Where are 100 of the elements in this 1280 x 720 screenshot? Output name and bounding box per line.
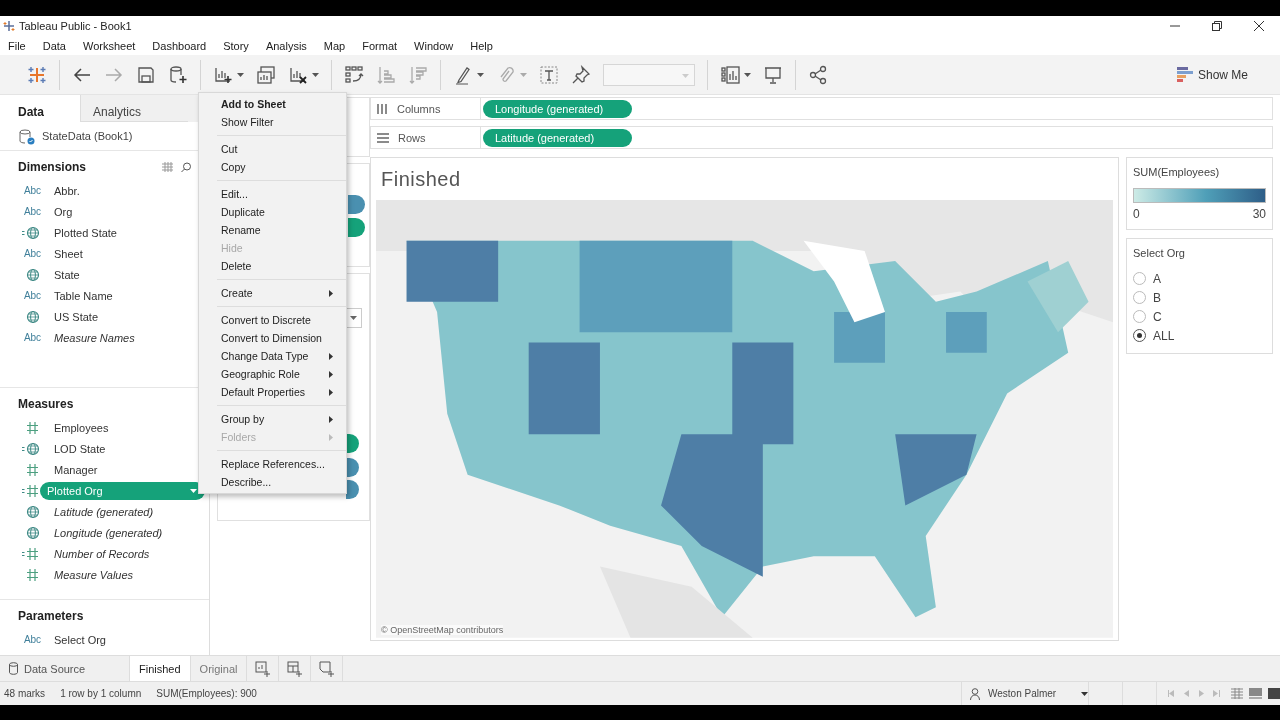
show-me-button[interactable]: Show Me <box>1172 63 1252 86</box>
menu-item[interactable]: Add to Sheet <box>199 95 346 113</box>
submenu-arrow-icon <box>329 434 333 441</box>
new-story-icon[interactable] <box>319 660 335 677</box>
menu-item[interactable]: Change Data Type <box>199 347 346 365</box>
caret-icon[interactable] <box>1081 691 1088 696</box>
new-dashboard-icon[interactable] <box>287 660 303 677</box>
text-box-icon[interactable] <box>539 64 559 85</box>
option-label[interactable]: B <box>1153 290 1161 305</box>
menu-item[interactable]: File <box>3 39 31 52</box>
caret-icon[interactable] <box>237 72 244 77</box>
menu-item[interactable]: Group by <box>199 410 346 428</box>
caret-icon[interactable] <box>744 72 751 77</box>
field-item[interactable]: Manager <box>47 460 105 479</box>
menu-item[interactable]: Create <box>199 284 346 302</box>
menu-item[interactable]: Data <box>37 39 71 52</box>
logo-icon[interactable] <box>27 64 47 85</box>
option-label[interactable]: C <box>1153 309 1162 324</box>
menu-item[interactable]: Convert to Discrete <box>199 311 346 329</box>
calculated-hash-icon <box>22 546 39 561</box>
field-item[interactable]: Longitude (generated) <box>47 523 170 542</box>
columns-icon <box>377 102 388 115</box>
globe-icon <box>25 525 40 540</box>
user-name[interactable]: Weston Palmer <box>988 688 1073 699</box>
chart-copy-icon[interactable] <box>256 64 276 85</box>
field-item[interactable]: Select Org <box>47 630 113 649</box>
window-title: Tableau Public - Book1 <box>19 20 133 32</box>
menu-item[interactable]: Dashboard <box>147 39 212 52</box>
caret-icon[interactable] <box>312 72 319 77</box>
menu-item[interactable]: Copy <box>199 158 346 176</box>
field-item[interactable]: Org <box>47 202 80 221</box>
panel-tab[interactable]: Data <box>0 95 80 122</box>
menu-item[interactable]: Delete <box>199 257 346 275</box>
caret-icon <box>682 73 689 78</box>
menu-item[interactable]: Duplicate <box>199 203 346 221</box>
caret-icon <box>350 316 357 320</box>
field-item[interactable]: State <box>47 265 87 284</box>
field-item[interactable]: Table Name <box>47 286 120 305</box>
panel-tab[interactable]: Analytics <box>80 95 188 122</box>
save-icon[interactable] <box>136 64 156 85</box>
restore-icon[interactable] <box>1212 21 1222 31</box>
menu-item[interactable]: Edit... <box>199 185 346 203</box>
chart-fit-icon[interactable] <box>720 64 740 85</box>
person-icon <box>970 687 980 700</box>
submenu-arrow-icon <box>329 371 333 378</box>
field-item[interactable]: Employees <box>47 418 116 437</box>
menu-item[interactable]: Worksheet <box>78 39 141 52</box>
globe-icon <box>25 309 40 324</box>
data-source-tab[interactable]: Data Source <box>24 662 86 675</box>
share-icon[interactable] <box>808 64 828 85</box>
menu-item[interactable]: Analysis <box>260 39 312 52</box>
globe-icon <box>25 267 40 282</box>
field-pill[interactable] <box>348 218 365 237</box>
menu-item[interactable]: Replace References... <box>199 455 346 473</box>
field-item[interactable]: Sheet <box>47 244 90 263</box>
calculated-globe-icon <box>21 441 40 456</box>
search-icon[interactable] <box>181 161 191 173</box>
menu-item[interactable]: Map <box>318 39 351 52</box>
section-title: Parameters <box>18 609 85 623</box>
shelf-label: Columns <box>397 102 441 115</box>
tab-view-icon[interactable] <box>1249 688 1262 699</box>
datasource-name: StateData (Book1) <box>42 130 133 142</box>
map-attribution: © OpenStreetMap contributors <box>381 625 504 635</box>
menu-item[interactable]: Default Properties <box>199 383 346 401</box>
field-item[interactable]: Latitude (generated) <box>47 502 161 521</box>
type-label: Abc <box>23 206 42 217</box>
grid-view-icon[interactable] <box>1231 688 1243 699</box>
menu-item[interactable]: Cut <box>199 140 346 158</box>
new-worksheet-icon[interactable] <box>255 660 271 677</box>
field-pill[interactable] <box>348 195 365 214</box>
menu-item[interactable]: Format <box>357 39 403 52</box>
field-item[interactable]: Abbr. <box>47 181 87 200</box>
field-item[interactable]: LOD State <box>47 439 113 458</box>
option-label[interactable]: ALL <box>1153 328 1175 343</box>
option-label[interactable]: A <box>1153 271 1161 286</box>
field-item[interactable]: US State <box>47 307 106 326</box>
section-title: Measures <box>18 397 75 411</box>
database-plus-icon[interactable] <box>168 64 188 85</box>
close-icon[interactable] <box>1254 21 1264 31</box>
presentation-icon[interactable] <box>763 64 783 85</box>
swap-icon[interactable] <box>344 64 364 85</box>
menu-item[interactable]: Geographic Role <box>199 365 346 383</box>
type-label: Abc <box>23 634 42 645</box>
menu-item[interactable]: Story <box>218 39 254 52</box>
menu-item[interactable]: Show Filter <box>199 113 346 131</box>
menu-item[interactable]: Rename <box>199 221 346 239</box>
sheet-tab[interactable]: Finished <box>130 656 191 681</box>
field-item[interactable]: Measure Values <box>47 565 141 584</box>
menu-item[interactable]: Convert to Dimension <box>199 329 346 347</box>
field-item[interactable]: Number of Records <box>47 544 157 563</box>
type-label: Abc <box>23 185 42 196</box>
pin-icon[interactable] <box>571 64 591 85</box>
app-icon <box>3 20 15 32</box>
field-item[interactable]: Plotted State <box>47 223 124 242</box>
menu-item[interactable]: Help <box>465 39 498 52</box>
caret-icon[interactable] <box>477 72 484 77</box>
type-label: Abc <box>23 332 42 343</box>
field-item[interactable]: Measure Names <box>47 328 142 347</box>
menu-item[interactable]: Window <box>409 39 459 52</box>
legend-max: 30 <box>1252 207 1266 222</box>
